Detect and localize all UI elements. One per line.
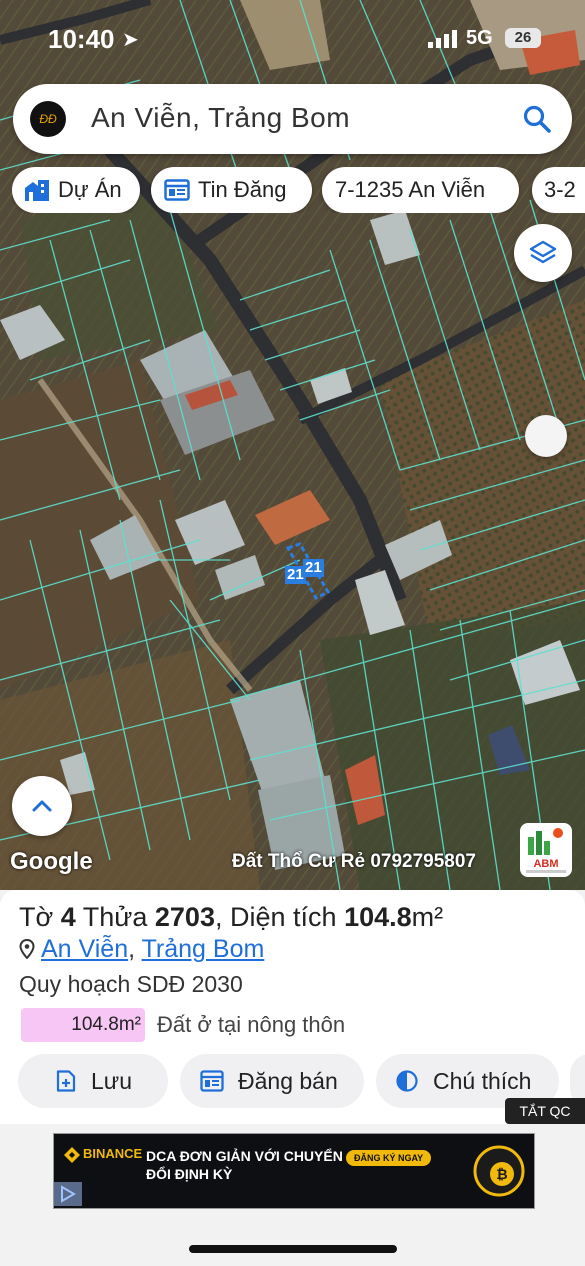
sheet-label: Tờ [19,902,54,932]
ad-choices-icon[interactable] [54,1182,82,1206]
post-sale-label: Đăng bán [238,1068,338,1094]
parcel-label: 21 [303,559,324,577]
signal-icon [428,30,457,48]
ad-headline-2: ĐỔI ĐỊNH KỲ [146,1166,233,1182]
status-bar: 10:40 ➤ 5G 26 [0,0,585,70]
plot-label: Thửa [82,902,148,932]
layers-icon [529,240,557,264]
district-link[interactable]: Trảng Bom [142,935,265,963]
chip-parcel-3-2[interactable]: 3-2 [532,167,585,213]
phone-watermark: Đất Thổ Cư Rẻ 0792795807 [232,851,476,872]
chip-parcel-7-1235[interactable]: 7-1235 An Viễn [322,167,519,213]
post-sale-button[interactable]: Đăng bán [180,1054,364,1108]
status-time: 10:40 [48,24,115,54]
parcel-info-sheet: Tờ 4 Thửa 2703, Diện tích 104.8m² An Viễ… [0,890,585,1125]
abm-logo: ABM [520,823,572,877]
commune-link[interactable]: An Viễn [41,935,128,963]
land-use-color-badge: 104.8m² [21,1008,145,1042]
binance-logo-icon [64,1147,80,1163]
pin-icon [19,938,35,960]
chip-label: 3-2 [544,177,576,202]
building-icon [25,180,49,201]
chip-tin-dang[interactable]: Tin Đăng [151,167,312,213]
contrast-icon [396,1070,418,1092]
plot-number: 2703 [154,902,215,932]
parcel-address: An Viễn, Trảng Bom [19,935,264,964]
listing-icon [200,1070,224,1092]
expand-up-button[interactable] [12,776,72,836]
area-unit: m² [411,902,444,932]
sheet-number: 4 [60,902,76,932]
abm-brand-text: ABM [533,858,558,870]
add-file-icon [56,1070,76,1092]
planning-title: Quy hoạch SDĐ 2030 [19,971,243,997]
parcel-title: Tờ 4 Thửa 2703, Diện tích 104.8m² [19,902,444,932]
search-icon[interactable] [522,104,552,134]
search-bar[interactable]: ĐĐ An Viễn, Trảng Bom [13,84,572,154]
home-indicator[interactable] [189,1245,397,1253]
close-ad-button[interactable]: TẮT QC [505,1098,585,1124]
listing-icon [164,179,190,201]
search-input[interactable]: An Viễn, Trảng Bom [91,102,350,134]
save-label: Lưu [91,1068,132,1094]
area-value: 104.8 [344,902,412,932]
battery-indicator: 26 [505,28,541,48]
network-type: 5G [466,27,493,49]
area-label: Diện tích [230,902,337,932]
chevron-up-icon [32,800,52,812]
chip-du-an[interactable]: Dự Án [12,167,140,213]
svg-text:₿: ₿ [496,1166,507,1182]
google-logo: Google [10,848,93,875]
ad-headline-1: DCA ĐƠN GIẢN VỚI CHUYỂN [146,1148,343,1164]
filter-chips: Dự Án Tin Đăng 7-1235 An Viễn 3-2 [12,167,585,213]
land-use-type: Đất ở tại nông thôn [157,1012,346,1037]
save-button[interactable]: Lưu [18,1054,168,1108]
location-arrow-icon: ➤ [122,29,139,51]
chip-label: 7-1235 An Viễn [335,177,486,202]
layers-button[interactable] [514,224,572,282]
ad-banner[interactable]: BINANCE DCA ĐƠN GIẢN VỚI CHUYỂN ĐỔI ĐỊNH… [53,1133,535,1209]
ad-brand: BINANCE [83,1146,143,1161]
app-logo[interactable]: ĐĐ [30,101,66,137]
chip-label: Dự Án [58,177,122,202]
bitcoin-coin-icon: ₿ [473,1145,525,1197]
ad-cta-button[interactable]: ĐĂNG KÝ NGAY [346,1150,432,1166]
location-dot-button[interactable] [525,415,567,457]
chip-label: Tin Đăng [198,177,287,202]
